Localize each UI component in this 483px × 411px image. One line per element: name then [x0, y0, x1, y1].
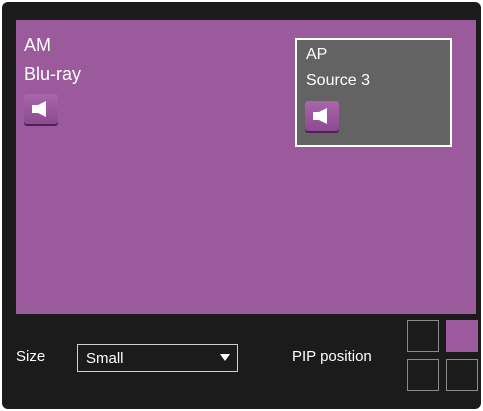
pip-position-label: PIP position [292, 348, 372, 365]
main-audio-button[interactable] [24, 94, 58, 124]
pip-position-bottom-left[interactable] [407, 359, 439, 391]
pip-position-top-left[interactable] [407, 320, 439, 352]
size-dropdown-value: Small [86, 350, 124, 367]
main-source-name: Blu-ray [24, 64, 82, 84]
speaker-icon [32, 101, 46, 117]
size-dropdown[interactable]: Small [77, 344, 238, 372]
pip-position-bottom-right[interactable] [446, 359, 478, 391]
pip-source-code: AP [306, 46, 328, 63]
chevron-down-icon [220, 354, 230, 361]
pip-position-top-right[interactable] [446, 320, 478, 352]
size-label: Size [16, 348, 46, 365]
main-source-code: AM [24, 35, 51, 55]
speaker-icon [313, 108, 327, 124]
pip-audio-button[interactable] [305, 101, 339, 131]
pip-source-name: Source 3 [306, 72, 371, 89]
